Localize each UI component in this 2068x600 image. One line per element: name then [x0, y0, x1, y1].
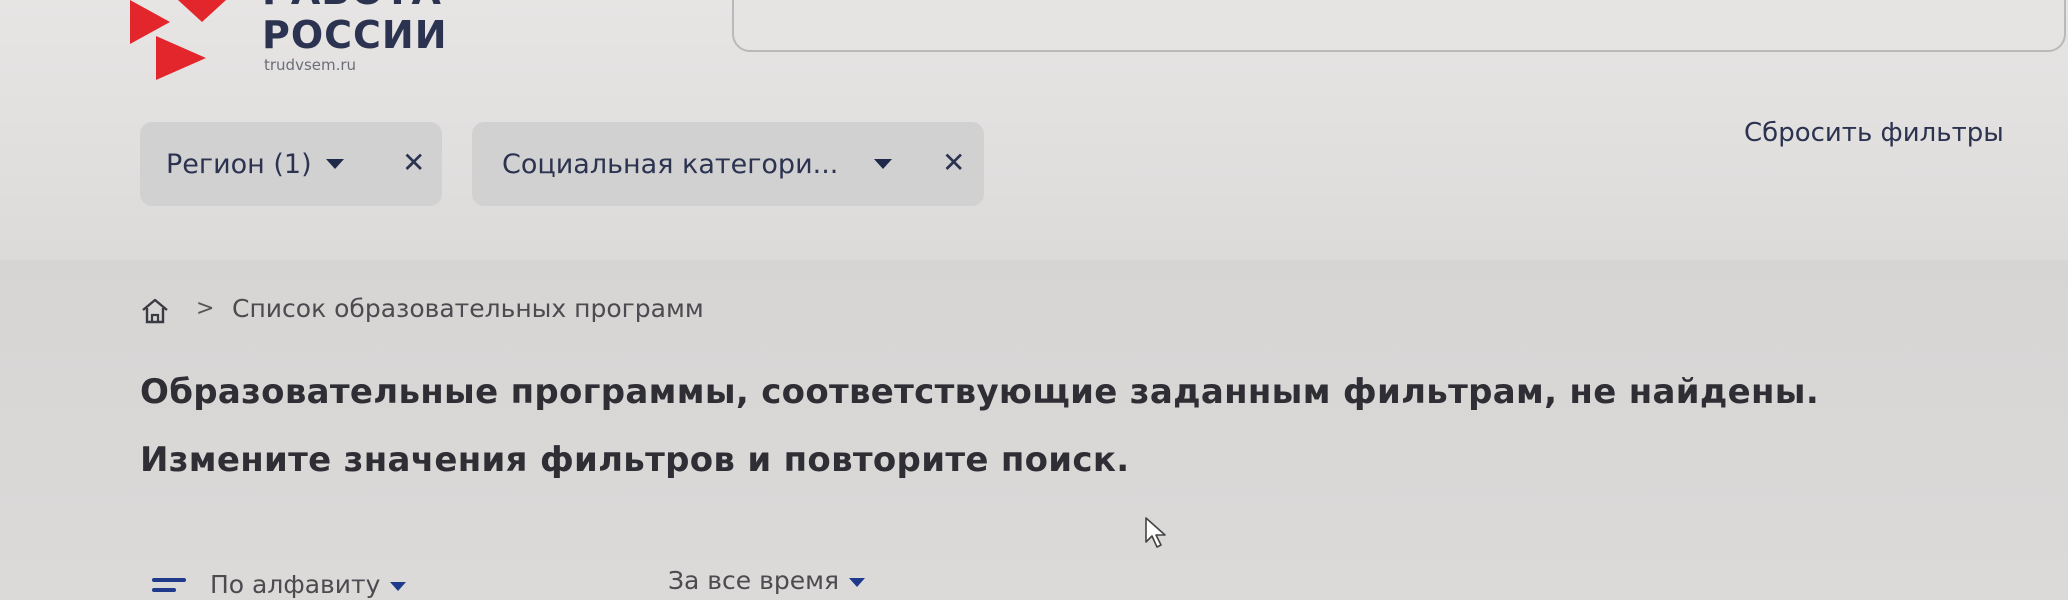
logo-title-line2: РОССИИ — [262, 13, 448, 57]
logo-site: trudvsem.ru — [264, 56, 357, 74]
sort-order-dropdown[interactable]: По алфавиту — [210, 570, 407, 599]
chevron-down-icon — [848, 577, 865, 587]
period-label: За все время — [668, 566, 839, 595]
logo-icon[interactable] — [130, 0, 250, 80]
reset-filters-link[interactable]: Сбросить фильтры — [1744, 118, 2004, 148]
filter-chip-social-category[interactable]: Социальная категори... ✕ — [472, 122, 984, 206]
empty-results-hint: Измените значения фильтров и повторите п… — [140, 440, 1130, 480]
mouse-cursor-icon — [1145, 517, 1166, 548]
sort-order-label: По алфавиту — [210, 570, 381, 599]
chevron-down-icon — [325, 159, 344, 169]
period-dropdown[interactable]: За все время — [668, 566, 865, 595]
close-icon[interactable]: ✕ — [942, 146, 965, 179]
chevron-down-icon — [874, 159, 893, 169]
close-icon[interactable]: ✕ — [402, 146, 425, 179]
breadcrumb-separator: > — [196, 296, 215, 321]
filter-social-label: Социальная категори... — [502, 148, 839, 180]
logo-title[interactable]: РАБОТА РОССИИ — [262, 0, 448, 54]
empty-results-message: Образовательные программы, соответствующ… — [140, 372, 1820, 412]
filter-chip-region[interactable]: Регион (1) ✕ — [140, 122, 442, 206]
sort-lines-icon[interactable] — [152, 578, 188, 600]
home-icon[interactable] — [140, 296, 170, 326]
logo-title-line1: РАБОТА — [262, 0, 442, 13]
search-input[interactable] — [732, 0, 2066, 52]
filter-region-label: Регион (1) — [166, 148, 312, 180]
chevron-down-icon — [390, 581, 407, 591]
breadcrumb-current: Список образовательных программ — [232, 294, 704, 323]
